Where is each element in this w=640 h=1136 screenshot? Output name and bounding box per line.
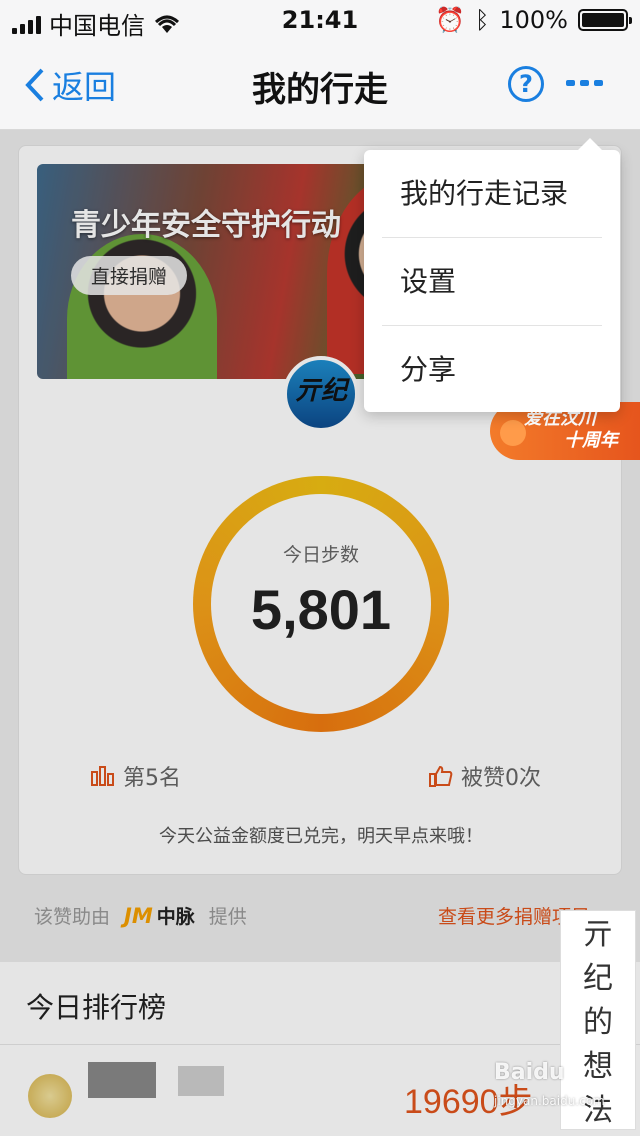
- help-icon[interactable]: ?: [508, 66, 544, 102]
- watermark-char: 亓: [583, 917, 613, 952]
- battery-icon: [578, 9, 632, 31]
- battery-percent: 100%: [499, 6, 568, 34]
- promo-line2: 十周年: [564, 430, 618, 451]
- watermark-char: 纪: [583, 961, 613, 996]
- baidu-watermark: Baidu: [494, 1060, 565, 1085]
- menu-item-walk-records[interactable]: 我的行走记录: [382, 150, 602, 238]
- more-menu-icon[interactable]: [566, 80, 603, 86]
- bluetooth-icon: ᛒ: [474, 6, 490, 34]
- watermark-char: 想: [583, 1049, 613, 1084]
- more-dropdown-menu: 我的行走记录 设置 分享: [364, 138, 620, 414]
- baidu-watermark-url: jingyan.baidu.com: [494, 1094, 605, 1108]
- alarm-icon: ⏰: [435, 6, 465, 34]
- page-title: 我的行走: [252, 70, 388, 110]
- menu-item-share[interactable]: 分享: [382, 326, 602, 414]
- nav-bar: 返回 我的行走 ?: [0, 40, 640, 130]
- menu-item-settings[interactable]: 设置: [382, 238, 602, 326]
- promo-icon: [500, 420, 526, 446]
- watermark-char: 的: [583, 1005, 613, 1040]
- status-bar: 中国电信 21:41 ⏰ ᛒ 100%: [0, 0, 640, 40]
